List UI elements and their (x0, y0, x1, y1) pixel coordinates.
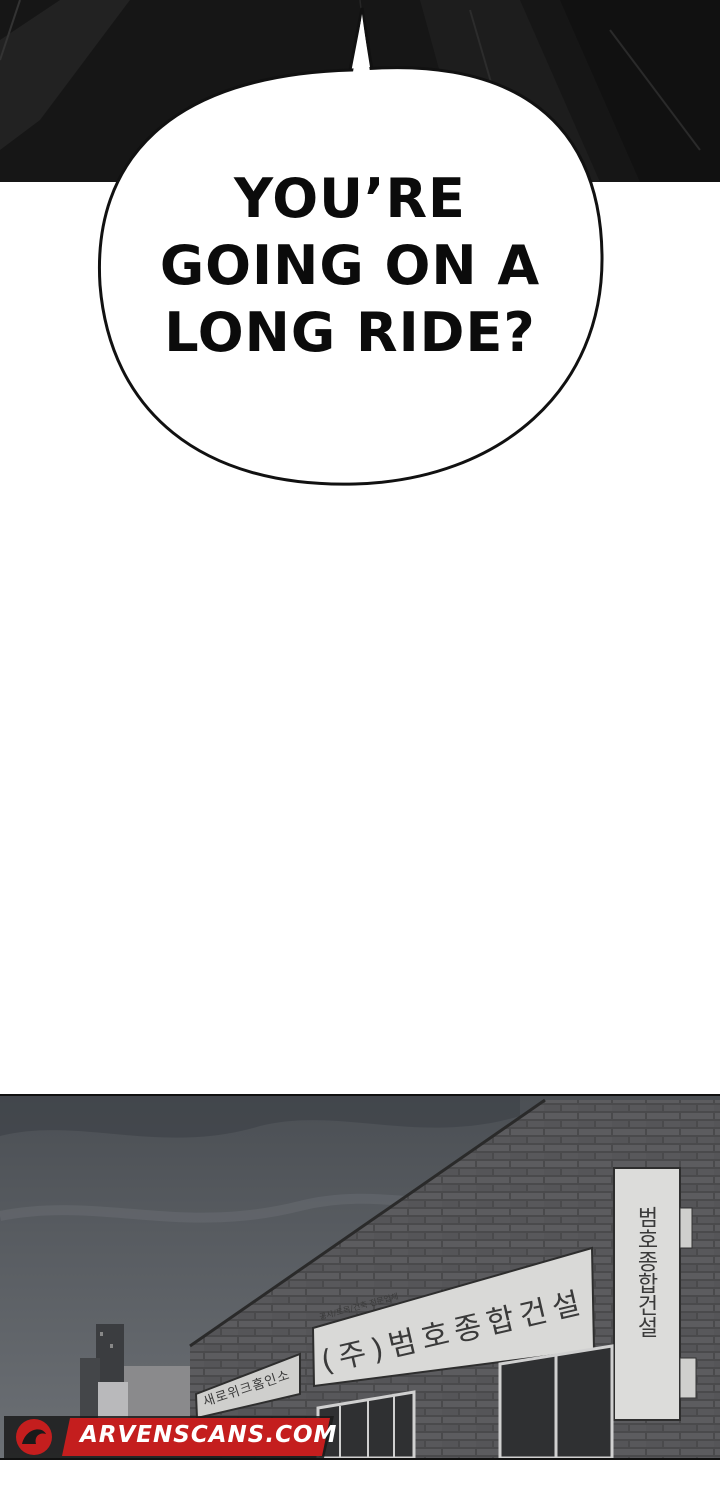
street-scene-art (0, 1096, 720, 1458)
speech-bubble: YOU’RE GOING ON A LONG RIDE? (0, 0, 720, 500)
street-scene-panel (0, 1094, 720, 1460)
bubble-line-2: GOING ON A (159, 234, 541, 297)
watermark-text: ARVENSCANS.COM (80, 1422, 338, 1448)
bubble-line-1: YOU’RE (234, 167, 466, 230)
bubble-line-3: LONG RIDE? (164, 301, 536, 364)
vertical-sign-text: 범호종합건설 (633, 1206, 658, 1338)
speech-bubble-text: YOU’RE GOING ON A LONG RIDE? (150, 165, 550, 366)
